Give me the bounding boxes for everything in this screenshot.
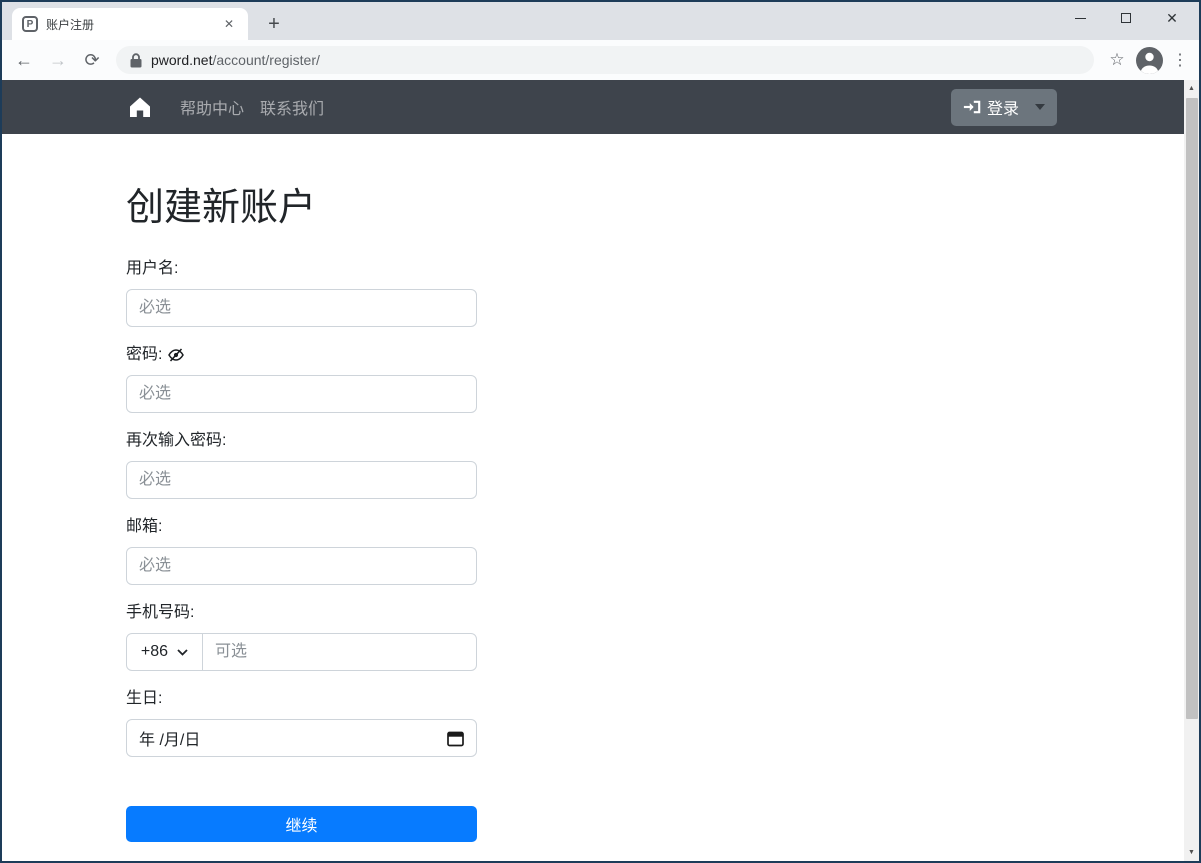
close-icon: ✕ [1166, 11, 1178, 25]
tab-strip: P 账户注册 ✕ + ✕ [2, 2, 1199, 40]
home-icon [128, 96, 152, 118]
new-tab-button[interactable]: + [260, 10, 288, 38]
country-code-select[interactable]: +86 [126, 633, 203, 671]
lock-icon [130, 53, 142, 68]
vertical-scrollbar[interactable]: ▲ ▼ [1184, 80, 1199, 861]
register-form: 创建新账户 用户名: 密码: [126, 186, 477, 842]
email-field-group: 邮箱: [126, 515, 477, 585]
login-dropdown-caret-icon[interactable] [1035, 104, 1045, 110]
forward-button[interactable]: → [44, 46, 72, 74]
username-field-group: 用户名: [126, 257, 477, 327]
password-field-group: 密码: [126, 343, 477, 413]
login-label: 登录 [987, 95, 1019, 119]
email-label: 邮箱: [126, 515, 477, 539]
url-path: /account/register/ [212, 52, 319, 68]
minimize-button[interactable] [1057, 2, 1103, 34]
maximize-button[interactable] [1103, 2, 1149, 34]
browser-toolbar: ← → ⟳ pword.net/account/register/ ☆ ⋮ [2, 40, 1199, 80]
reload-button[interactable]: ⟳ [78, 46, 106, 74]
profile-avatar[interactable] [1136, 47, 1163, 74]
username-label: 用户名: [126, 257, 477, 281]
page-content: 创建新账户 用户名: 密码: [2, 134, 1184, 861]
url-domain: pword.net [151, 52, 212, 68]
browser-tab[interactable]: P 账户注册 ✕ [12, 8, 248, 40]
phone-input-group: +86 [126, 633, 477, 671]
page-viewport: 帮助中心 联系我们 登录 创建新账户 [2, 80, 1199, 861]
date-placeholder: 年 /月/日 [139, 726, 447, 750]
minimize-icon [1075, 18, 1086, 19]
confirm-password-label: 再次输入密码: [126, 429, 477, 453]
browser-menu-icon[interactable]: ⋮ [1169, 50, 1191, 70]
close-button[interactable]: ✕ [1149, 2, 1195, 34]
home-link[interactable] [128, 95, 152, 119]
person-icon [1136, 47, 1163, 74]
favicon-icon: P [22, 16, 38, 32]
tab-title: 账户注册 [46, 16, 212, 33]
back-button[interactable]: ← [10, 46, 38, 74]
scroll-up-icon[interactable]: ▲ [1184, 80, 1199, 97]
web-page: 帮助中心 联系我们 登录 创建新账户 [2, 80, 1184, 861]
site-navbar: 帮助中心 联系我们 登录 [2, 80, 1184, 134]
username-input[interactable] [126, 289, 477, 327]
scroll-down-icon[interactable]: ▼ [1184, 844, 1199, 861]
window-controls: ✕ [1057, 2, 1195, 34]
password-label: 密码: [126, 343, 162, 367]
birthday-label: 生日: [126, 687, 477, 711]
page-title: 创建新账户 [126, 186, 477, 230]
scrollbar-thumb[interactable] [1186, 98, 1198, 719]
url-text: pword.net/account/register/ [151, 52, 320, 68]
confirm-password-input[interactable] [126, 461, 477, 499]
phone-field-group: 手机号码: +86 [126, 601, 477, 671]
country-code-value: +86 [141, 643, 168, 661]
phone-input[interactable] [202, 633, 477, 671]
birthday-date-input[interactable]: 年 /月/日 [126, 719, 477, 757]
eye-slash-icon[interactable] [168, 348, 184, 362]
nav-link-contact-us[interactable]: 联系我们 [252, 95, 332, 119]
address-bar[interactable]: pword.net/account/register/ [116, 46, 1094, 74]
browser-window: P 账户注册 ✕ + ✕ ← → ⟳ pword.net/account/reg… [0, 0, 1201, 863]
birthday-field-group: 生日: 年 /月/日 [126, 687, 477, 757]
phone-label: 手机号码: [126, 601, 477, 625]
continue-button[interactable]: 继续 [126, 806, 477, 842]
calendar-icon[interactable] [447, 730, 464, 747]
sign-in-icon [963, 99, 981, 115]
login-button[interactable]: 登录 [951, 89, 1057, 126]
bookmark-star-icon[interactable]: ☆ [1104, 50, 1130, 70]
password-input[interactable] [126, 375, 477, 413]
maximize-icon [1121, 13, 1131, 23]
chevron-down-icon [177, 649, 188, 656]
tab-close-icon[interactable]: ✕ [220, 15, 238, 33]
confirm-password-field-group: 再次输入密码: [126, 429, 477, 499]
nav-link-help-center[interactable]: 帮助中心 [172, 95, 252, 119]
email-input[interactable] [126, 547, 477, 585]
